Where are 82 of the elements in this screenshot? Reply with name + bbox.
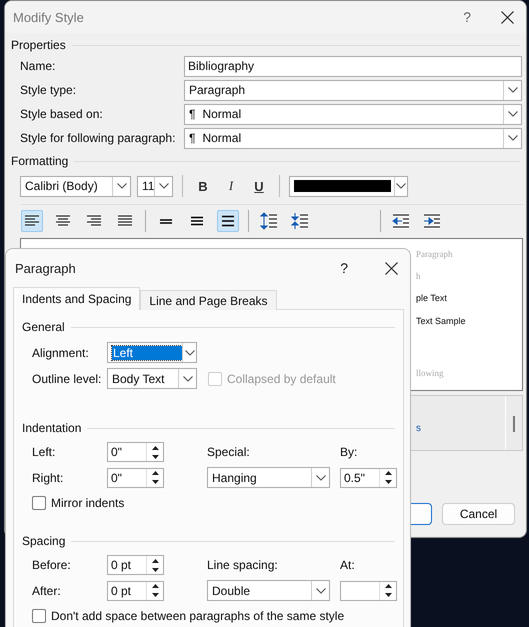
spin-field[interactable]: 0 pt bbox=[107, 555, 164, 575]
field-label: Style for following paragraph: bbox=[20, 131, 176, 145]
preview-text: llowing bbox=[416, 368, 445, 380]
window-title: Modify Style bbox=[13, 10, 85, 24]
spin-field[interactable]: 0.5" bbox=[340, 468, 397, 488]
section-heading: Properties bbox=[11, 38, 66, 52]
size-dropdown[interactable]: 11 bbox=[137, 176, 173, 196]
field-label: Special: bbox=[207, 445, 251, 459]
close-icon[interactable] bbox=[385, 262, 398, 274]
dropdown[interactable]: Double bbox=[207, 580, 330, 601]
space-more-icon bbox=[260, 212, 278, 230]
space-less-button[interactable] bbox=[289, 210, 311, 232]
section-heading: Formatting bbox=[11, 154, 68, 168]
spin-arrows-icon[interactable] bbox=[150, 583, 160, 598]
field-label: At: bbox=[340, 558, 356, 572]
window-title: Paragraph bbox=[15, 260, 77, 276]
checkbox[interactable]: Don't add space between paragraphs of the same style bbox=[32, 609, 395, 623]
double-button[interactable] bbox=[217, 210, 239, 232]
chevron-icon bbox=[184, 350, 194, 356]
align-left-button[interactable] bbox=[21, 210, 43, 232]
preview-text: ple Text bbox=[416, 293, 448, 306]
chevron-icon bbox=[316, 474, 326, 480]
space-less-icon bbox=[291, 212, 309, 230]
section-heading: Indentation bbox=[22, 421, 82, 435]
chevron-icon bbox=[116, 183, 126, 189]
chevron-icon bbox=[508, 111, 518, 117]
underline-button[interactable]: U bbox=[248, 176, 270, 196]
spin-arrows-icon[interactable] bbox=[384, 583, 392, 598]
input-field[interactable]: Bibliography bbox=[184, 56, 522, 76]
italic-button[interactable]: I bbox=[220, 176, 242, 196]
chevron-icon bbox=[158, 183, 169, 189]
single-icon bbox=[157, 218, 175, 224]
field-label: Right: bbox=[32, 470, 64, 484]
field-label: Style type: bbox=[20, 83, 78, 97]
spin-arrows-icon[interactable] bbox=[384, 470, 392, 485]
help-button[interactable]: ? bbox=[340, 260, 348, 276]
spin-arrows-icon[interactable] bbox=[150, 444, 160, 460]
tab[interactable]: Line and Page Breaks bbox=[140, 290, 277, 310]
spin-field[interactable]: 0 pt bbox=[107, 580, 164, 600]
section-heading: General bbox=[22, 320, 65, 334]
chevron-icon bbox=[396, 183, 406, 189]
description-text: s bbox=[416, 422, 422, 434]
spin-field[interactable] bbox=[340, 580, 397, 600]
spin-field[interactable]: 0" bbox=[107, 442, 164, 462]
preview-text: Paragraph bbox=[416, 249, 454, 261]
tab[interactable]: Indents and Spacing bbox=[13, 287, 140, 310]
field-label: Style based on: bbox=[20, 107, 104, 121]
font-dropdown[interactable]: Calibri (Body) bbox=[20, 176, 131, 196]
chevron-icon bbox=[316, 588, 326, 594]
section-heading: Spacing bbox=[22, 534, 66, 548]
bold-button[interactable]: B bbox=[192, 176, 214, 196]
preview-text: h bbox=[416, 271, 422, 284]
field-label: Line spacing: bbox=[207, 558, 279, 572]
dropdown[interactable]: Paragraph bbox=[184, 80, 522, 100]
checkbox[interactable]: Mirror indents bbox=[32, 496, 395, 510]
help-button[interactable]: ? bbox=[463, 9, 471, 25]
indent-icon bbox=[423, 212, 441, 230]
dropdown[interactable]: ¶ Normal bbox=[184, 104, 522, 124]
field-label: Outline level: bbox=[32, 372, 102, 386]
preview-text: Text Sample bbox=[416, 316, 467, 328]
spin-arrows-icon[interactable] bbox=[150, 558, 160, 572]
space-more-button[interactable] bbox=[258, 210, 280, 232]
field-label: Name: bbox=[20, 59, 56, 73]
chevron-icon bbox=[508, 135, 518, 141]
field-label: Left: bbox=[32, 445, 56, 459]
field-label: Before: bbox=[32, 558, 72, 572]
scrollbar-thumb[interactable] bbox=[513, 416, 515, 432]
close-icon[interactable] bbox=[501, 10, 514, 24]
cancel-button[interactable]: Cancel bbox=[442, 503, 515, 525]
chevron-icon bbox=[508, 87, 518, 93]
outdent-icon bbox=[392, 212, 410, 230]
field-label: By: bbox=[340, 445, 358, 459]
field-label: After: bbox=[32, 584, 62, 598]
dropdown[interactable]: Hanging bbox=[207, 467, 330, 488]
dropdown[interactable]: Body Text bbox=[107, 368, 197, 389]
chevron-icon bbox=[182, 376, 192, 382]
spin-field[interactable]: 0" bbox=[107, 468, 164, 488]
dropdown[interactable]: Left bbox=[107, 342, 197, 363]
spin-arrows-icon[interactable] bbox=[150, 470, 160, 485]
dropdown[interactable]: ¶ Normal bbox=[184, 128, 522, 148]
field-label: Alignment: bbox=[32, 346, 90, 360]
color-dropdown[interactable] bbox=[289, 176, 408, 196]
